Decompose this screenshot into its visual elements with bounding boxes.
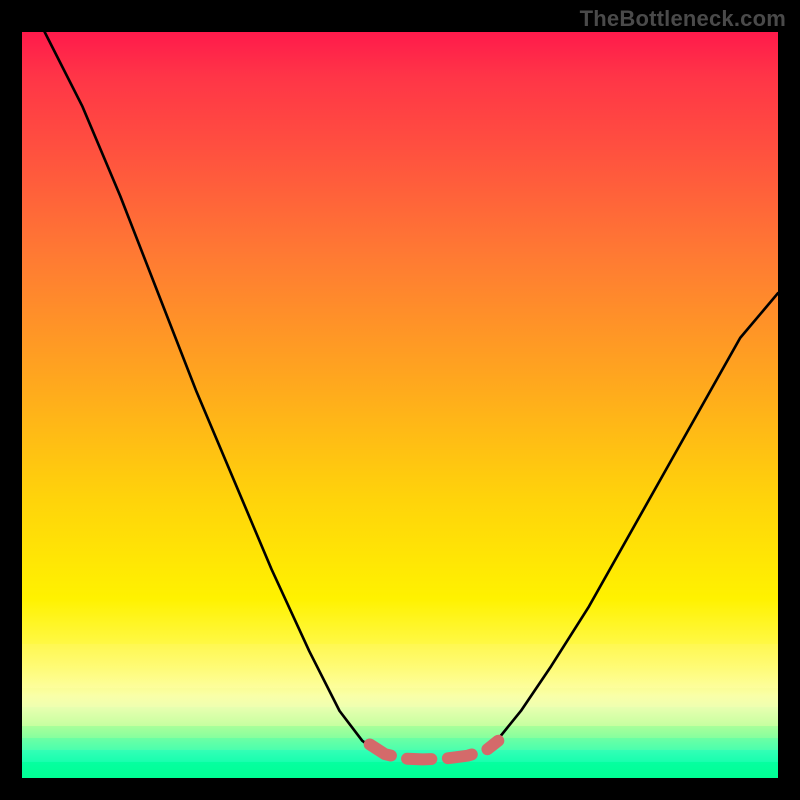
- right-curve-path: [491, 293, 778, 748]
- left-curve-path: [45, 32, 378, 752]
- watermark-text: TheBottleneck.com: [580, 6, 786, 32]
- chart-stage: TheBottleneck.com: [0, 0, 800, 800]
- sweet-spot-path: [370, 741, 499, 760]
- curve-layer: [22, 32, 778, 778]
- plot-area: [22, 32, 778, 778]
